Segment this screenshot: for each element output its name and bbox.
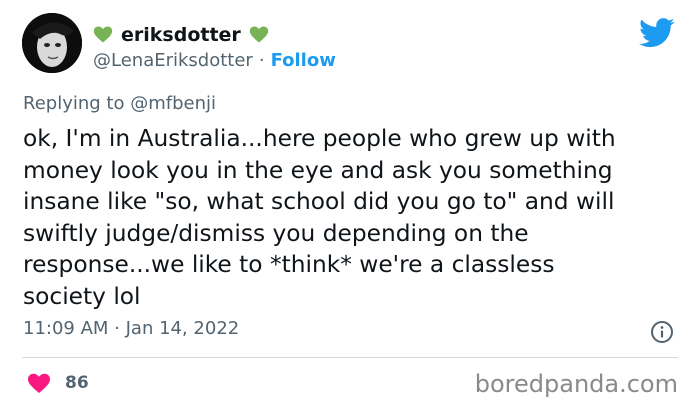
tweet-text: ok, I'm in Australia...here people who g… <box>23 125 616 310</box>
handle-row: @LenaEriksdotter · Follow <box>93 50 336 71</box>
green-heart-icon <box>249 26 268 43</box>
user-handle[interactable]: @LenaEriksdotter <box>93 50 253 71</box>
info-icon[interactable] <box>650 320 674 344</box>
like-action[interactable]: 86 <box>27 372 89 394</box>
follow-button[interactable]: Follow <box>271 50 336 71</box>
heart-icon[interactable] <box>27 372 51 394</box>
author-name-row: eriksdotter <box>93 22 269 48</box>
display-name[interactable]: eriksdotter <box>121 24 241 46</box>
avatar[interactable] <box>22 13 82 73</box>
watermark: boredpanda.com <box>474 370 678 398</box>
separator-dot: · <box>258 50 265 71</box>
like-count: 86 <box>65 373 89 393</box>
replying-to-label: Replying to <box>23 93 125 114</box>
green-heart-icon <box>93 26 113 43</box>
divider <box>22 357 678 358</box>
replying-to-line: Replying to @mfbenji <box>23 93 216 114</box>
tweet-timestamp[interactable]: 11:09 AM · Jan 14, 2022 <box>23 318 239 339</box>
twitter-bird-icon[interactable] <box>639 18 675 48</box>
replying-to-mention[interactable]: @mfbenji <box>130 93 216 114</box>
